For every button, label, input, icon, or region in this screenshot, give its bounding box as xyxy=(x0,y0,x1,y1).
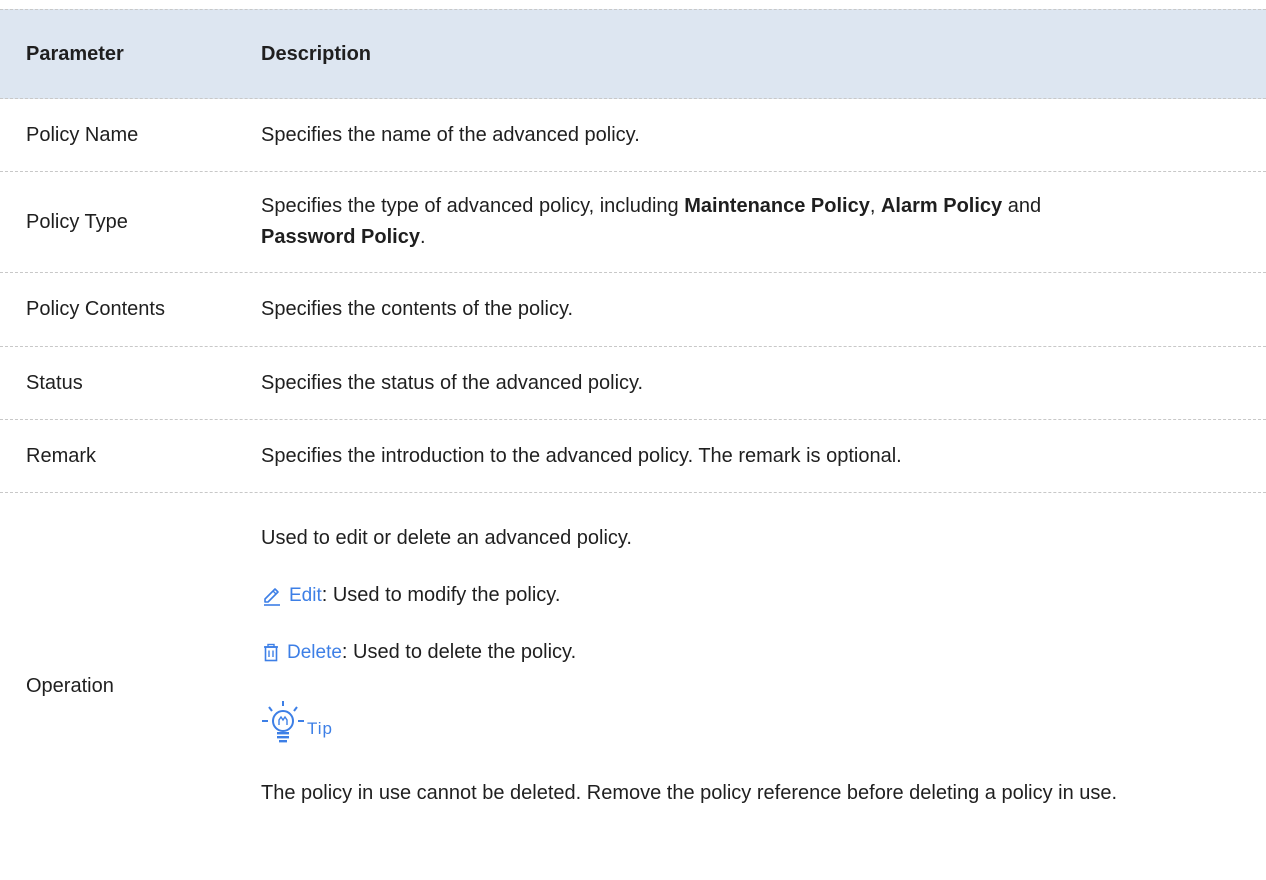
header-parameter: Parameter xyxy=(26,42,124,65)
edit-action[interactable]: Edit xyxy=(261,580,322,611)
edit-label: Edit xyxy=(289,585,322,606)
parameter-table: Parameter Description Policy Name Specif… xyxy=(0,9,1266,880)
desc-text: Specifies the type of advanced policy, i… xyxy=(261,195,685,217)
table-row: Status Specifies the status of the advan… xyxy=(0,347,1266,420)
operation-intro: Used to edit or delete an advanced polic… xyxy=(261,527,632,549)
edit-line: Edit : Used to modify the policy. xyxy=(261,580,1236,611)
delete-action[interactable]: Delete xyxy=(261,637,342,668)
table-row: Remark Specifies the introduction to the… xyxy=(0,420,1266,493)
edit-desc: : Used to modify the policy. xyxy=(321,584,561,606)
param-cell: Policy Name xyxy=(26,123,139,146)
lightbulb-icon xyxy=(262,701,304,743)
tip-label: Tip xyxy=(307,719,333,738)
param-cell: Status xyxy=(26,371,83,394)
delete-line: Delete : Used to delete the policy. xyxy=(261,637,1236,668)
desc-cell: Specifies the name of the advanced polic… xyxy=(261,123,640,146)
table-row: Policy Contents Specifies the contents o… xyxy=(0,273,1266,347)
desc-sep: and xyxy=(1002,195,1042,217)
desc-cell: Specifies the type of advanced policy, i… xyxy=(261,172,1236,272)
delete-label: Delete xyxy=(287,642,342,663)
table-row: Policy Type Specifies the type of advanc… xyxy=(0,172,1266,273)
bold-term: Maintenance Policy xyxy=(684,195,870,217)
bold-term: Password Policy xyxy=(261,226,420,248)
param-cell: Policy Contents xyxy=(26,298,165,320)
param-cell: Policy Type xyxy=(26,210,128,233)
param-cell: Remark xyxy=(26,444,97,467)
bold-term: Alarm Policy xyxy=(880,195,1003,217)
trash-icon xyxy=(264,643,278,661)
table-row: Policy Name Specifies the name of the ad… xyxy=(0,99,1266,172)
tip-text: The policy in use cannot be deleted. Rem… xyxy=(261,782,1118,804)
desc-sep: , xyxy=(869,195,881,217)
param-cell: Operation xyxy=(26,675,114,697)
delete-desc: : Used to delete the policy. xyxy=(341,641,577,663)
desc-end: . xyxy=(419,226,426,248)
table-row: Operation Used to edit or delete an adva… xyxy=(0,493,1266,880)
tip-callout: Tip xyxy=(261,700,1236,744)
desc-cell: Used to edit or delete an advanced polic… xyxy=(261,493,1236,880)
table-header: Parameter Description xyxy=(0,9,1266,99)
header-description: Description xyxy=(261,42,372,65)
pencil-icon xyxy=(264,587,280,606)
desc-cell: Specifies the contents of the policy. xyxy=(261,298,574,320)
desc-cell: Specifies the status of the advanced pol… xyxy=(261,371,644,394)
desc-cell: Specifies the introduction to the advanc… xyxy=(261,444,902,467)
